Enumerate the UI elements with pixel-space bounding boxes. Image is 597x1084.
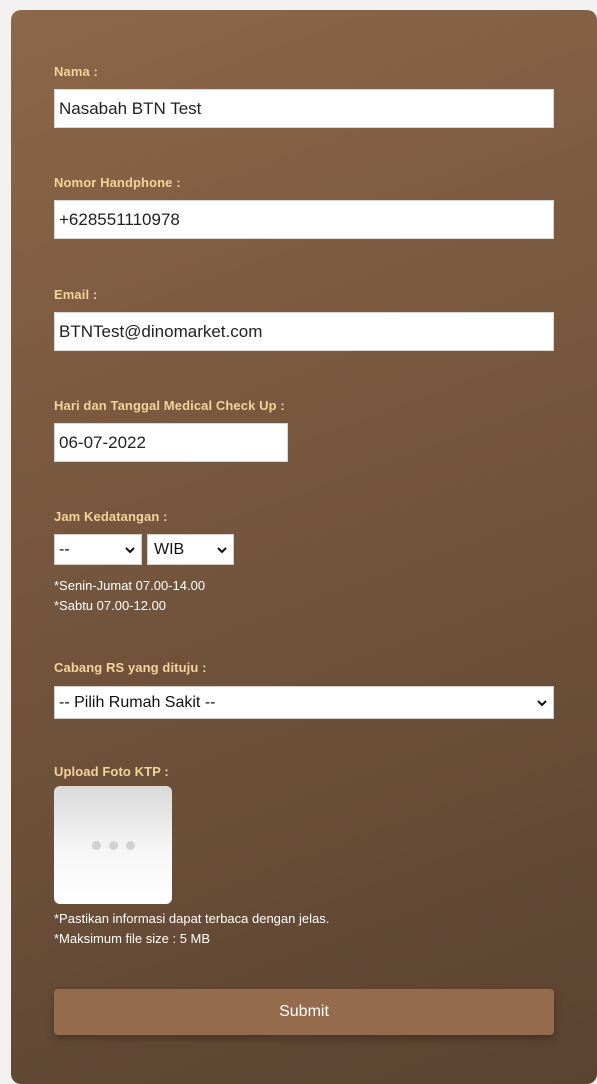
chevron-down-icon — [537, 699, 547, 706]
jam-label: Jam Kedatangan : — [54, 509, 168, 524]
registration-form-card: Nama : Nasabah BTN Test Nomor Handphone … — [11, 10, 597, 1084]
phone-label: Nomor Handphone : — [54, 175, 181, 190]
timezone-select-value: WIB — [154, 540, 185, 558]
nama-input[interactable]: Nasabah BTN Test — [54, 89, 554, 128]
date-value: 06-07-2022 — [59, 432, 146, 452]
hour-select[interactable]: -- — [54, 534, 142, 565]
loading-dot-icon — [91, 840, 101, 850]
timezone-select[interactable]: WIB — [147, 534, 234, 565]
phone-input[interactable]: +628551110978 — [54, 200, 554, 239]
upload-note-filesize: *Maksimum file size : 5 MB — [54, 931, 211, 946]
nama-label: Nama : — [54, 64, 98, 79]
email-label: Email : — [54, 287, 98, 302]
jam-note-weekday: *Senin-Jumat 07.00-14.00 — [54, 578, 206, 593]
chevron-down-icon — [217, 546, 227, 553]
submit-button[interactable]: Submit — [54, 989, 554, 1035]
hospital-select-value: -- Pilih Rumah Sakit -- — [59, 693, 216, 711]
hospital-select[interactable]: -- Pilih Rumah Sakit -- — [54, 686, 554, 719]
loading-dot-icon — [125, 840, 135, 850]
ktp-upload-dropzone[interactable] — [54, 786, 172, 904]
date-label: Hari dan Tanggal Medical Check Up : — [54, 398, 285, 413]
phone-value: +628551110978 — [59, 209, 180, 229]
email-input[interactable]: BTNTest@dinomarket.com — [54, 312, 554, 351]
upload-note-readable: *Pastikan informasi dapat terbaca dengan… — [54, 911, 330, 926]
email-value: BTNTest@dinomarket.com — [59, 321, 263, 341]
jam-note-saturday: *Sabtu 07.00-12.00 — [54, 598, 167, 613]
nama-value: Nasabah BTN Test — [59, 98, 202, 118]
upload-label: Upload Foto KTP : — [54, 764, 169, 779]
chevron-down-icon — [125, 546, 135, 553]
date-input[interactable]: 06-07-2022 — [54, 423, 288, 462]
hour-select-value: -- — [59, 540, 70, 558]
loading-dot-icon — [108, 840, 118, 850]
rs-label: Cabang RS yang dituju : — [54, 660, 207, 675]
